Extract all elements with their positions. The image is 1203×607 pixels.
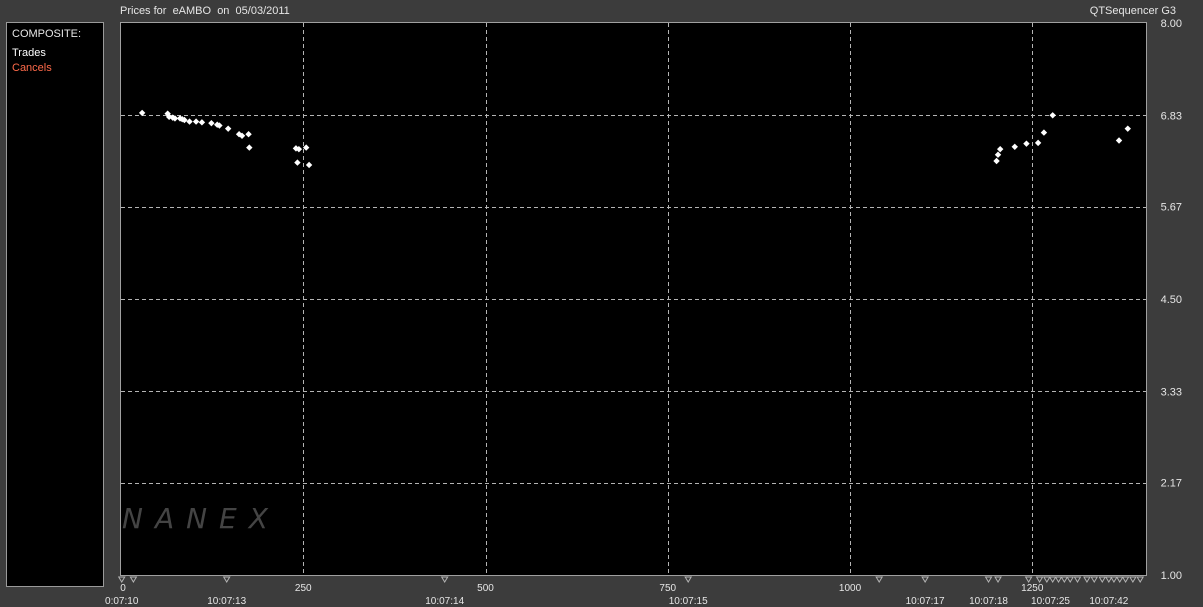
price-chart: NANEX 1.00 2.17 3.33 4.50 5.67 6.83 8.00 0 250 5… — [105, 18, 1182, 607]
x-tick-label: 0 — [120, 583, 126, 594]
cancel-marker — [684, 576, 693, 583]
cancel-marker — [1098, 576, 1107, 583]
cancel-marker — [984, 576, 993, 583]
time-label: 10:07:13 — [207, 596, 246, 607]
cancel-marker — [1048, 576, 1057, 583]
cancel-marker — [1083, 576, 1091, 583]
time-label: 0:07:10 — [105, 596, 139, 607]
time-labels: 0:07:10 10:07:13 10:07:14 10:07:15 10:07:17 1… — [105, 596, 1129, 607]
time-label: 10:07:18 — [969, 596, 1008, 607]
x-tick-label: 1000 — [839, 583, 862, 594]
cancel-marker — [1042, 576, 1051, 583]
cancel-marker — [1035, 576, 1044, 583]
cancel-marker — [921, 576, 929, 583]
time-label: 10:07:17 — [906, 596, 945, 607]
cancel-marker — [1121, 576, 1130, 583]
cancel-marker — [1060, 576, 1069, 583]
time-label: 10:07:15 — [669, 596, 708, 607]
x-axis-ticks: 0 250 500 750 1000 1250 — [120, 583, 1044, 594]
cancel-marker — [1054, 576, 1063, 583]
y-tick-label: 5.67 — [1161, 202, 1182, 214]
cancel-marker — [994, 576, 1002, 583]
x-tick-label: 750 — [659, 583, 676, 594]
y-tick-label: 8.00 — [1161, 18, 1182, 30]
x-tick-label: 1250 — [1021, 583, 1044, 594]
time-label: 10:07:42 — [1089, 596, 1128, 607]
cancel-marker — [1024, 576, 1033, 583]
nanex-watermark: NANEX — [122, 502, 280, 535]
cancel-marker — [875, 576, 884, 583]
x-tick-label: 250 — [295, 583, 312, 594]
cancel-marker — [1128, 576, 1137, 583]
cancel-marker — [1066, 576, 1075, 583]
x-tick-label: 500 — [477, 583, 494, 594]
cancel-marker — [222, 576, 231, 583]
cancel-marker — [1136, 576, 1145, 583]
cancel-marker — [129, 576, 138, 583]
cancel-marker — [1110, 576, 1118, 583]
y-axis-ticks: 1.00 2.17 3.33 4.50 5.67 6.83 8.00 — [1161, 18, 1182, 582]
cancel-marker — [1090, 576, 1099, 583]
y-tick-label: 6.83 — [1161, 110, 1182, 122]
cancel-marker — [1115, 576, 1124, 583]
y-tick-label: 1.00 — [1161, 570, 1182, 582]
y-tick-label: 4.50 — [1161, 294, 1182, 306]
cancel-marker — [1073, 576, 1082, 583]
time-label: 10:07:14 — [425, 596, 464, 607]
y-tick-label: 2.17 — [1161, 478, 1182, 490]
cancel-markers — [117, 576, 1145, 583]
time-label: 10:07:25 — [1031, 596, 1070, 607]
y-tick-label: 3.33 — [1161, 386, 1182, 398]
cancel-marker — [440, 576, 449, 583]
cancel-marker — [117, 576, 126, 583]
